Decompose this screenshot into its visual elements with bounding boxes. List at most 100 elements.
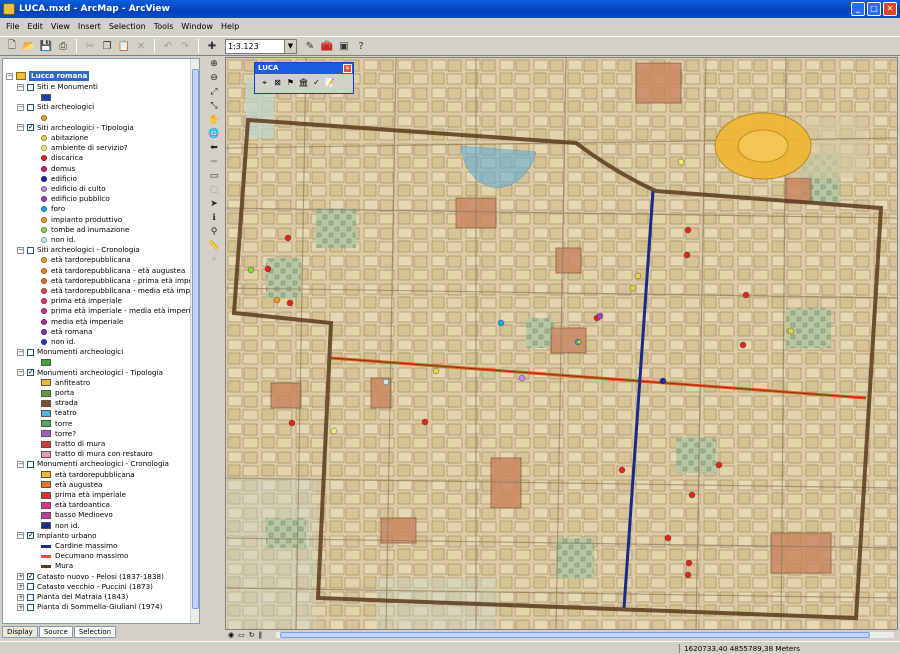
toc-layer-row[interactable]: − Siti archeologici - Cronologia (17, 245, 140, 255)
site-discarica[interactable] (685, 559, 693, 567)
expand-icon[interactable]: + (17, 603, 24, 611)
menu-tools[interactable]: Tools (154, 22, 174, 31)
add-data-icon[interactable]: ✚ (204, 38, 220, 54)
select-features-icon[interactable]: ▭ (207, 170, 221, 182)
toc-layer-row[interactable]: + ✓ Catasto nuovo - Pelosi (1837-1838) (17, 572, 164, 582)
site-discarica[interactable] (684, 571, 692, 579)
site-edificio[interactable] (659, 377, 667, 385)
menu-help[interactable]: Help (221, 22, 239, 31)
site-edificio-pubblico[interactable] (596, 312, 604, 320)
site-abitazione[interactable] (634, 272, 642, 280)
fixed-zoom-in-icon[interactable]: ⤢ (207, 86, 221, 98)
full-extent-globe-icon[interactable]: 🌐 (207, 128, 221, 140)
site-discarica[interactable] (688, 491, 696, 499)
collapse-icon[interactable]: − (6, 72, 13, 80)
whats-this-icon[interactable]: ? (353, 38, 369, 54)
maximize-button[interactable]: □ (867, 2, 881, 16)
layer-visibility-checkbox[interactable] (27, 460, 34, 468)
site-discarica[interactable] (739, 341, 747, 349)
layer-visibility-checkbox[interactable] (27, 83, 34, 91)
toc-layer-row[interactable]: + Catasto vecchio - Puccini (1873) (17, 582, 153, 592)
layer-visibility-checkbox[interactable] (27, 246, 34, 254)
site-abitazione[interactable] (432, 367, 440, 375)
select-elements-pointer-icon[interactable]: ➤ (207, 198, 221, 210)
site-abitazione[interactable] (629, 284, 637, 292)
clear-selection-icon[interactable]: ▢ (207, 184, 221, 196)
back-arrow-icon[interactable]: ⬅ (207, 142, 221, 154)
arctoolbox-icon[interactable]: 🧰 (319, 38, 335, 54)
historic-map-canvas[interactable] (226, 58, 898, 630)
site-discarica[interactable] (421, 418, 429, 426)
luca-select-icon[interactable]: ⊠ (272, 77, 283, 88)
site-abitazione[interactable] (787, 327, 795, 335)
site-non-id[interactable] (382, 378, 390, 386)
site-abitazione[interactable] (576, 339, 582, 345)
new-document-icon[interactable]: 🗋 (4, 38, 20, 54)
site-ambiente-di-servizio[interactable] (677, 158, 685, 166)
collapse-icon[interactable]: − (17, 532, 24, 540)
pan-hand-icon[interactable]: ✋ (207, 114, 221, 126)
find-binoculars-icon[interactable]: ⚲ (207, 226, 221, 238)
toc-layer-row[interactable]: − ✓ Siti archeologici - Tipologia (17, 123, 134, 133)
redo-icon[interactable]: ↷ (177, 38, 193, 54)
site-discarica[interactable] (286, 299, 294, 307)
site-impianto-produttivo[interactable] (273, 296, 281, 304)
measure-icon[interactable]: 📏 (207, 240, 221, 252)
toc-layer-row[interactable]: − ✓ Monumenti archeologici - Tipologia (17, 368, 163, 378)
toc-layer-row[interactable]: − Siti e Monumenti (17, 82, 98, 92)
toc-layer-row[interactable]: − Monumenti archeologici - Cronologia (17, 459, 169, 469)
collapse-icon[interactable]: − (17, 348, 24, 356)
delete-icon[interactable]: ✕ (133, 38, 149, 54)
layer-visibility-checkbox[interactable] (27, 348, 34, 356)
refresh-icon[interactable]: ↻ (249, 631, 255, 639)
site-discarica[interactable] (715, 461, 723, 469)
site-tombe[interactable] (247, 266, 255, 274)
layer-visibility-checkbox[interactable]: ✓ (27, 532, 34, 540)
collapse-icon[interactable]: − (17, 460, 24, 468)
scrollbar-thumb[interactable] (192, 69, 199, 609)
layer-visibility-checkbox[interactable]: ✓ (27, 124, 34, 132)
layer-visibility-checkbox[interactable] (27, 593, 34, 601)
pause-drawing-icon[interactable]: ‖ (259, 631, 263, 639)
map-horizontal-scrollbar[interactable] (275, 631, 895, 639)
toc-layer-row[interactable]: − Siti archeologici (17, 102, 94, 112)
identify-icon[interactable]: ℹ (207, 212, 221, 224)
layer-visibility-checkbox[interactable]: ✓ (27, 369, 34, 377)
site-discarica[interactable] (284, 234, 292, 242)
luca-museum-icon[interactable]: 🏛 (298, 77, 309, 88)
save-icon[interactable]: 💾 (38, 38, 54, 54)
toc-layer-row[interactable]: − Monumenti archeologici (17, 347, 123, 357)
zoom-in-icon[interactable]: ⊕ (207, 58, 221, 70)
layer-visibility-checkbox[interactable] (27, 603, 34, 611)
menu-selection[interactable]: Selection (109, 22, 146, 31)
toc-layer-row[interactable]: + Pianta di Sommella-Giuliani (1974) (17, 602, 162, 612)
fixed-zoom-out-icon[interactable]: ⤡ (207, 100, 221, 112)
collapse-icon[interactable]: − (17, 83, 24, 91)
site-discarica[interactable] (288, 419, 296, 427)
toc-layer-row[interactable]: − ✓ Impianto urbano (17, 531, 97, 541)
hyperlink-icon[interactable]: ⚡ (207, 254, 221, 266)
collapse-icon[interactable]: − (17, 369, 24, 377)
site-discarica[interactable] (618, 466, 626, 474)
expand-icon[interactable]: + (17, 573, 24, 581)
luca-query-icon[interactable]: ⌖ (259, 77, 270, 88)
site-ambiente-di-servizio[interactable] (330, 427, 338, 435)
luca-validate-icon[interactable]: ✓ (311, 77, 322, 88)
copy-icon[interactable]: ❐ (99, 38, 115, 54)
toc-root-row[interactable]: − Lucca romana (6, 71, 90, 81)
layer-visibility-checkbox[interactable] (27, 583, 34, 591)
open-folder-icon[interactable]: 📂 (21, 38, 37, 54)
site-discarica[interactable] (683, 251, 691, 259)
site-discarica[interactable] (742, 291, 750, 299)
collapse-icon[interactable]: − (17, 246, 24, 254)
cut-icon[interactable]: ✂ (82, 38, 98, 54)
scrollbar-thumb[interactable] (280, 632, 870, 638)
forward-arrow-icon[interactable]: ➡ (207, 156, 221, 168)
paste-icon[interactable]: 📋 (116, 38, 132, 54)
collapse-icon[interactable]: − (17, 103, 24, 111)
undo-icon[interactable]: ↶ (160, 38, 176, 54)
collapse-icon[interactable]: − (17, 124, 24, 132)
toc-vertical-scrollbar[interactable] (190, 59, 199, 623)
site-foro[interactable] (497, 319, 505, 327)
editor-toolbar-icon[interactable]: ✎ (302, 38, 318, 54)
